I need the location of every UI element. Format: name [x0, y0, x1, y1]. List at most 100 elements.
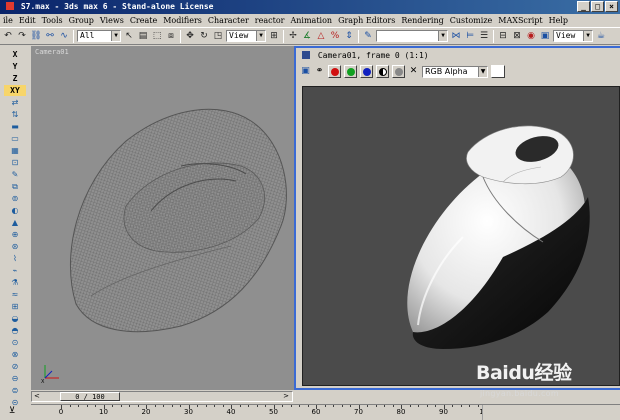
mirror-icon[interactable]: ⋈	[450, 30, 462, 42]
menu-graph-editors[interactable]: Graph Editors	[335, 16, 398, 25]
menu-maxscript[interactable]: MAXScript	[495, 16, 545, 25]
alpha-channel-button[interactable]	[376, 65, 389, 78]
shell-icon[interactable]: ⊙	[9, 337, 21, 348]
array-icon[interactable]: ▦	[9, 145, 21, 156]
minimize-button[interactable]: _	[577, 1, 590, 12]
ik-icon[interactable]: ⇄	[9, 97, 21, 108]
render-scene-icon[interactable]: ▣	[539, 30, 551, 42]
time-slider-thumb[interactable]: 0 / 100	[60, 392, 120, 401]
axis-xy-button[interactable]: XY	[4, 85, 26, 96]
percent-snap-icon[interactable]: %	[329, 30, 341, 42]
save-icon[interactable]	[302, 51, 310, 59]
ruler-label: 30	[184, 408, 193, 416]
select-by-name-icon[interactable]: ▤	[137, 30, 149, 42]
axis-z-button[interactable]: Z	[9, 73, 21, 84]
snap-toggle-icon[interactable]: ∡	[301, 30, 313, 42]
rectangular-selection-icon[interactable]: ⬚	[151, 30, 163, 42]
align-icon[interactable]: ⊨	[464, 30, 476, 42]
patch-icon[interactable]: ⊕	[9, 229, 21, 240]
next-frame-icon[interactable]: >	[283, 392, 289, 401]
clear-icon[interactable]: ✕	[408, 66, 419, 77]
red-channel-button[interactable]	[328, 65, 341, 78]
smooth-icon[interactable]: ◒	[9, 313, 21, 324]
toolbox-icon[interactable]: ▭	[9, 133, 21, 144]
camera-viewport[interactable]: Camera01 X	[31, 46, 294, 390]
layer-manager-icon[interactable]: ☰	[478, 30, 490, 42]
twist-icon[interactable]: ⌁	[9, 265, 21, 276]
bind-space-warp-icon[interactable]: ∿	[58, 30, 70, 42]
angle-snap-icon[interactable]: △	[315, 30, 327, 42]
select-link-icon[interactable]: ⛓	[30, 30, 42, 42]
menu-help[interactable]: Help	[546, 16, 571, 25]
color-swatch[interactable]	[491, 65, 505, 78]
ruler-tick	[290, 405, 292, 407]
cone-icon[interactable]: ▲	[9, 217, 21, 228]
plane-icon[interactable]: ▬	[9, 121, 21, 132]
menu-rendering[interactable]: Rendering	[398, 16, 446, 25]
menu-create[interactable]: Create	[127, 16, 160, 25]
menu-group[interactable]: Group	[66, 16, 97, 25]
taper-icon[interactable]: ⚗	[9, 277, 21, 288]
menu-file[interactable]: ile	[0, 16, 16, 25]
clone-window-icon[interactable]: ⚭	[314, 66, 325, 77]
edit-mesh-icon[interactable]: ⊘	[9, 361, 21, 372]
redo-icon[interactable]: ↷	[16, 30, 28, 42]
named-selection-dropdown[interactable]: ▼	[376, 30, 448, 42]
window-crossing-icon[interactable]: ⧈	[165, 30, 177, 42]
close-button[interactable]: ×	[605, 1, 618, 12]
meshsmooth-icon[interactable]: ⊜	[9, 385, 21, 396]
menu-reactor[interactable]: reactor	[252, 16, 288, 25]
select-manipulate-icon[interactable]: ✢	[287, 30, 299, 42]
menu-edit[interactable]: Edit	[16, 16, 39, 25]
prev-frame-icon[interactable]: <	[34, 392, 40, 401]
tube-icon[interactable]: ⊚	[9, 193, 21, 204]
scale-icon[interactable]: ◳	[212, 30, 224, 42]
curve-editor-icon[interactable]: ⊟	[497, 30, 509, 42]
shape-icon[interactable]: ◐	[9, 205, 21, 216]
track-bar-icon[interactable]: ⊻	[4, 406, 20, 418]
channel-display-dropdown[interactable]: RGB Alpha ▼	[422, 65, 488, 78]
pivot-center-icon[interactable]: ⊞	[268, 30, 280, 42]
menu-views[interactable]: Views	[97, 16, 127, 25]
undo-icon[interactable]: ↶	[2, 30, 14, 42]
select-object-icon[interactable]: ↖	[123, 30, 135, 42]
unlink-icon[interactable]: ⚯	[44, 30, 56, 42]
menu-customize[interactable]: Customize	[447, 16, 496, 25]
clone-icon[interactable]: ⧉	[9, 181, 21, 192]
monochrome-button[interactable]	[392, 65, 405, 78]
noise-icon[interactable]: ≈	[9, 289, 21, 300]
quick-render-icon[interactable]: ☕	[595, 30, 607, 42]
axis-x-button[interactable]: X	[9, 49, 21, 60]
selection-filter-dropdown[interactable]: All ▼	[77, 30, 121, 42]
rotate-icon[interactable]: ↻	[198, 30, 210, 42]
lathe-icon[interactable]: ⊛	[9, 241, 21, 252]
green-channel-button[interactable]	[344, 65, 357, 78]
menu-character[interactable]: Character	[205, 16, 252, 25]
menu-modifiers[interactable]: Modifiers	[160, 16, 205, 25]
time-slider[interactable]: < 0 / 100 >	[31, 391, 293, 402]
snapshot-icon[interactable]: ⊡	[9, 157, 21, 168]
render-window-titlebar: Camera01, frame 0 (1:1)	[296, 48, 620, 63]
material-editor-icon[interactable]: ◉	[525, 30, 537, 42]
save-bitmap-icon[interactable]: ▣	[300, 66, 311, 77]
relax-icon[interactable]: ◓	[9, 325, 21, 336]
move-icon[interactable]: ✥	[184, 30, 196, 42]
schematic-view-icon[interactable]: ⊠	[511, 30, 523, 42]
spinner-snap-icon[interactable]: ⇕	[343, 30, 355, 42]
maximize-button[interactable]: □	[591, 1, 604, 12]
axis-y-button[interactable]: Y	[9, 61, 21, 72]
named-selection-icon[interactable]: ✎	[362, 30, 374, 42]
menu-tools[interactable]: Tools	[39, 16, 66, 25]
reference-coordinate-dropdown[interactable]: View ▼	[226, 30, 266, 42]
constraint-icon[interactable]: ⇅	[9, 109, 21, 120]
uvw-icon[interactable]: ⊗	[9, 349, 21, 360]
rendered-frame-window[interactable]: Camera01, frame 0 (1:1) ▣ ⚭ ✕ RGB Alpha ▼	[294, 46, 620, 390]
ffd-icon[interactable]: ⊞	[9, 301, 21, 312]
menu-animation[interactable]: Animation	[287, 16, 335, 25]
blue-channel-button[interactable]	[360, 65, 373, 78]
axis-tripod-icon: X	[41, 365, 59, 384]
bend-icon[interactable]: ⌇	[9, 253, 21, 264]
spacing-icon[interactable]: ✎	[9, 169, 21, 180]
render-type-dropdown[interactable]: View ▼	[553, 30, 593, 42]
edit-poly-icon[interactable]: ⊖	[9, 373, 21, 384]
